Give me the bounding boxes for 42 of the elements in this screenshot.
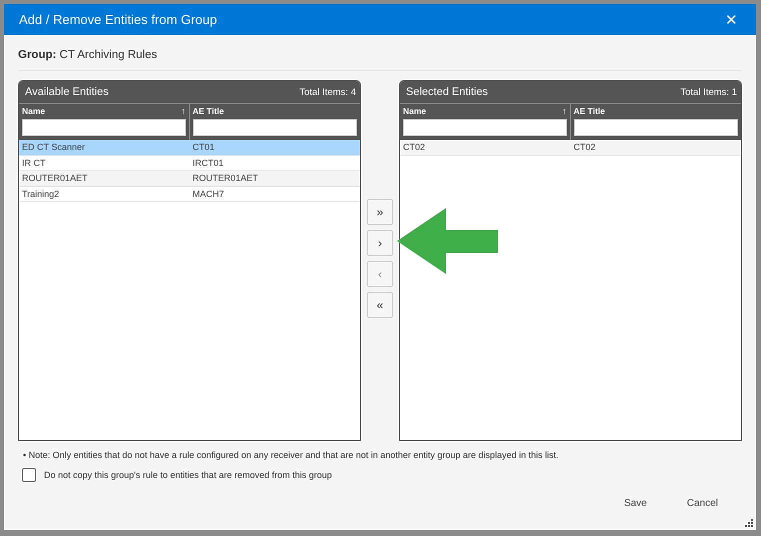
column-header[interactable]: Name	[403, 106, 426, 116]
table-cell-text: IR CT	[21, 158, 46, 168]
checkbox-label: Do not copy this group's rule to entities that are removed from this group	[44, 470, 332, 480]
table-cell-text: Training2	[21, 188, 60, 199]
dialog-button[interactable]: Cancel	[686, 498, 718, 509]
group-label: Group: CT Archiving Rules	[18, 35, 742, 71]
sort-indicator: ↑	[181, 106, 186, 116]
filter-field[interactable]	[574, 119, 738, 136]
table-cell-text: CT02	[402, 142, 426, 152]
total-count: Total Items: 1	[680, 86, 737, 98]
table-cell-text: CT01	[192, 142, 216, 152]
total-count: Total Items: 4	[300, 86, 356, 98]
list-row[interactable]: ROUTER01AET ROUTER01AET	[19, 171, 360, 186]
list-row[interactable]: ED CT Scanner CT01	[19, 140, 360, 156]
checkbox[interactable]	[22, 468, 36, 482]
table-cell-text: MACH7	[192, 188, 226, 199]
move-button[interactable]: «	[367, 292, 393, 318]
list-title: Selected Entities	[406, 86, 488, 98]
table-cell-text: ED CT Scanner	[21, 142, 86, 152]
table-cell-text: ROUTER01AET	[21, 173, 89, 184]
move-button[interactable]: »	[367, 199, 393, 225]
resize-grip-icon[interactable]	[745, 519, 753, 527]
list-row[interactable]: Training2 MACH7	[19, 186, 360, 202]
list-row[interactable]: IR CT IRCT01	[19, 156, 360, 171]
list-row[interactable]: CT02 CT02	[400, 140, 741, 156]
dialog-title: Add / Remove Entities from Group	[19, 12, 217, 27]
sort-indicator: ↑	[562, 106, 566, 116]
list-title: Available Entities	[25, 86, 109, 98]
filter-field[interactable]	[403, 119, 566, 136]
table-cell-text: IRCT01	[192, 158, 225, 168]
filter-field[interactable]	[22, 119, 186, 136]
dialog-button[interactable]: Save	[624, 498, 647, 509]
table-cell-text: ROUTER01AET	[192, 173, 260, 184]
column-header[interactable]: AE Title	[574, 106, 605, 116]
column-header[interactable]: AE Title	[192, 106, 224, 116]
column-header[interactable]: Name	[22, 106, 46, 116]
table-cell-text: CT02	[572, 142, 597, 152]
filter-field[interactable]	[192, 119, 357, 136]
close-button[interactable]: ✕	[725, 10, 738, 28]
arrow-icon	[397, 208, 498, 274]
move-button[interactable]: ›	[367, 230, 393, 256]
note-text: • Note: Only entities that do not have a rule configured on any receiver and that are not in another entity group are displayed in this list.	[22, 449, 560, 460]
